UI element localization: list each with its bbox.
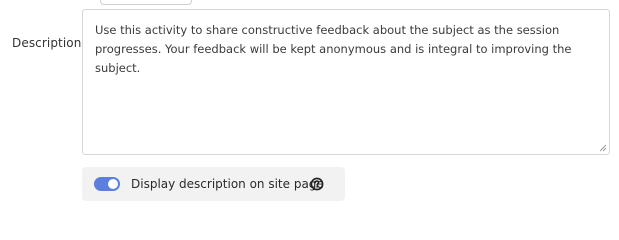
description-section: Description Use this activity to share c… — [0, 0, 619, 209]
description-label: Description — [12, 36, 82, 50]
display-description-label: Display description on site page — [131, 177, 324, 191]
resize-handle-icon[interactable] — [599, 144, 607, 152]
display-description-toggle[interactable] — [94, 177, 120, 191]
description-field-container: Use this activity to share constructive … — [82, 9, 610, 155]
toggle-knob — [108, 179, 118, 189]
previous-field-fragment — [100, 0, 192, 5]
display-description-row: Display description on site page — [82, 167, 345, 201]
description-textarea[interactable]: Use this activity to share constructive … — [82, 9, 610, 155]
question-circle-icon[interactable] — [309, 176, 325, 192]
